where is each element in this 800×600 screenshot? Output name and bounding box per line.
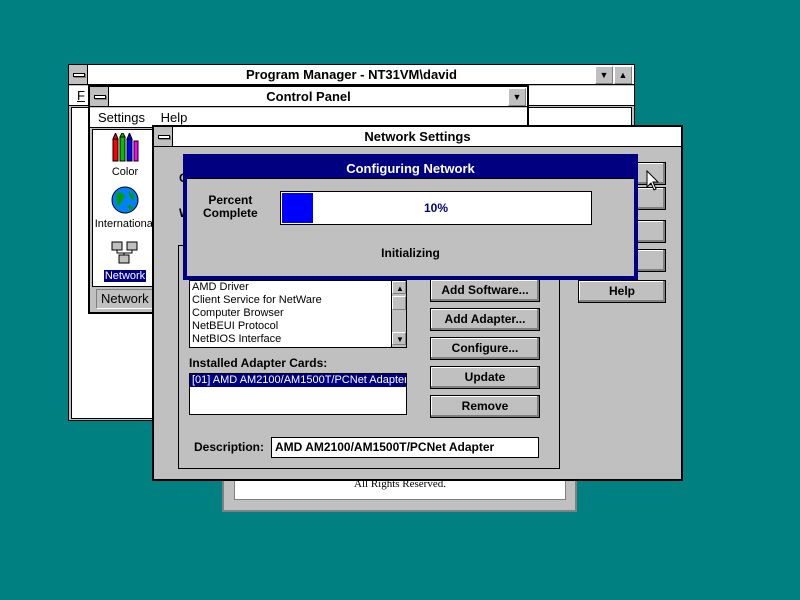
globe-icon [111, 186, 139, 214]
list-item-selected[interactable]: [01] AMD AM2100/AM1500T/PCNet Adapter [190, 374, 406, 387]
list-item[interactable]: Client Service for NetWare [190, 294, 406, 307]
scroll-thumb[interactable] [392, 296, 406, 310]
network-icon-item[interactable]: Network [100, 239, 150, 285]
control-panel-system-menu-icon[interactable] [90, 87, 109, 106]
help-button[interactable]: Help [578, 280, 666, 303]
minimize-icon[interactable]: ▼ [595, 66, 613, 84]
color-icon-label: Color [111, 166, 139, 178]
description-label: Description: [194, 440, 265, 454]
progress-percent-text: 10% [423, 201, 449, 215]
software-list-scrollbar[interactable]: ▲ ▼ [391, 281, 406, 347]
control-panel-titlebar[interactable]: Control Panel [90, 87, 527, 107]
configuring-network-titlebar[interactable]: Configuring Network [187, 158, 634, 179]
control-panel-minimize-icon[interactable]: ▼ [508, 88, 526, 106]
menu-settings[interactable]: Settings [98, 110, 145, 125]
configuring-network-title: Configuring Network [346, 161, 475, 176]
add-adapter-button[interactable]: Add Adapter... [430, 308, 540, 331]
network-settings-system-menu-icon[interactable] [154, 127, 173, 146]
color-icon-item[interactable]: Color [100, 130, 150, 179]
description-field: AMD AM2100/AM1500T/PCNet Adapter [271, 437, 539, 458]
menu-file[interactable]: F [77, 88, 85, 103]
configure-button[interactable]: Configure... [430, 337, 540, 360]
program-manager-system-menu-icon[interactable] [69, 65, 88, 84]
network-settings-title: Network Settings [364, 129, 471, 144]
control-panel-statusbar: Network [96, 289, 156, 309]
list-item[interactable]: NetBEUI Protocol [190, 320, 406, 333]
progress-status-text: Initializing [381, 246, 440, 260]
network-settings-titlebar[interactable]: Network Settings [154, 127, 681, 147]
maximize-icon[interactable]: ▲ [614, 66, 632, 84]
update-button[interactable]: Update [430, 366, 540, 389]
progress-bar: 10% [280, 191, 592, 225]
scroll-up-icon[interactable]: ▲ [392, 281, 406, 294]
adapter-cards-list[interactable]: [01] AMD AM2100/AM1500T/PCNet Adapter [189, 373, 407, 415]
program-manager-titlebar[interactable]: Program Manager - NT31VM\david [69, 65, 634, 85]
mouse-pointer-icon [646, 170, 660, 191]
network-icon-label: Network [103, 270, 147, 282]
control-panel-title: Control Panel [266, 89, 351, 104]
program-manager-title: Program Manager - NT31VM\david [246, 67, 457, 82]
network-icon [111, 241, 138, 264]
percent-complete-label: Percent Complete [203, 193, 258, 220]
network-software-list[interactable]: AMD Driver Client Service for NetWare Co… [189, 280, 407, 348]
add-software-button[interactable]: Add Software... [430, 279, 540, 302]
remove-button[interactable]: Remove [430, 395, 540, 418]
list-item[interactable]: AMD Driver [190, 281, 406, 294]
international-icon-item[interactable]: International [93, 185, 157, 231]
international-icon-label: International [94, 218, 156, 230]
scroll-down-icon[interactable]: ▼ [392, 332, 406, 345]
installed-adapters-label: Installed Adapter Cards: [189, 356, 328, 370]
color-crayons-icon [112, 130, 139, 162]
list-item[interactable]: NetBIOS Interface [190, 333, 406, 346]
menu-help[interactable]: Help [161, 110, 188, 125]
list-item[interactable]: Computer Browser [190, 307, 406, 320]
configuring-network-dialog: Configuring Network Percent Complete 10%… [183, 154, 638, 280]
